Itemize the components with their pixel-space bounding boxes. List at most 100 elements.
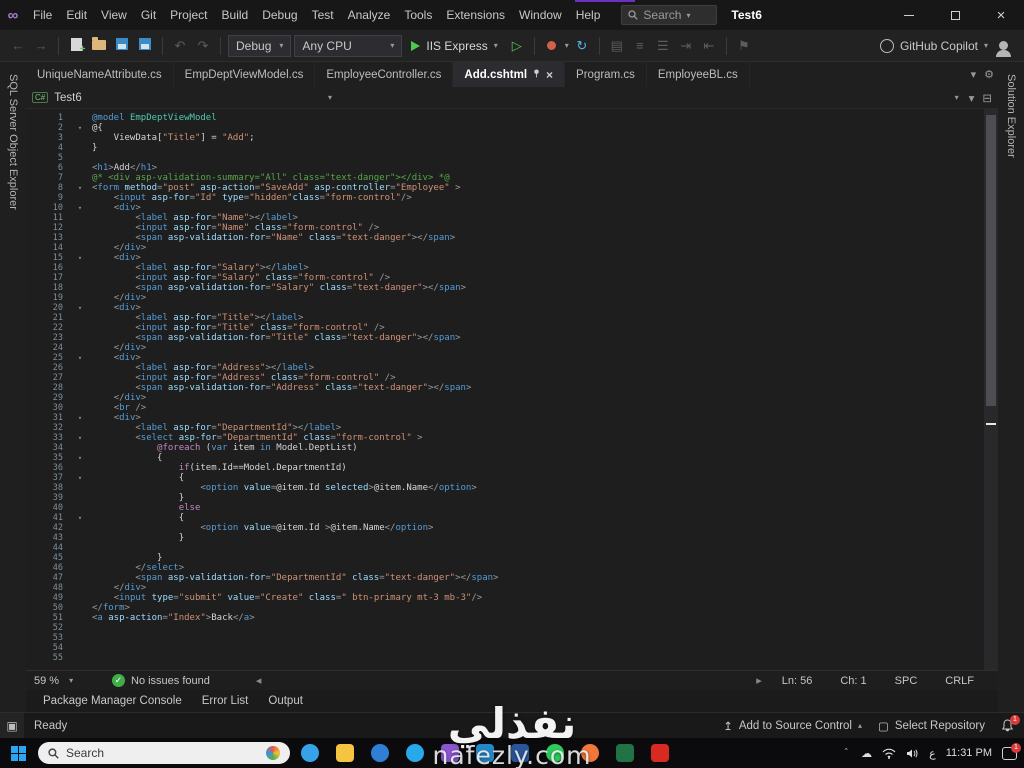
code-line[interactable]: 37 ▾ { (26, 473, 998, 483)
code-line[interactable]: 43 } (26, 533, 998, 543)
background-tasks-icon[interactable]: ▣ (0, 713, 24, 738)
menu-debug[interactable]: Debug (255, 0, 304, 30)
menu-test[interactable]: Test (305, 0, 341, 30)
code-line[interactable]: 47 <span asp-validation-for="DepartmentI… (26, 573, 998, 583)
wifi-icon[interactable] (882, 748, 896, 759)
code-line[interactable]: 51 <a asp-action="Index">Back</a> (26, 613, 998, 623)
panel-tab-package-manager-console[interactable]: Package Manager Console (34, 695, 191, 707)
code-line[interactable]: 22 <input asp-for="Title" class="form-co… (26, 323, 998, 333)
start-without-debugging-button[interactable]: ▷ (507, 38, 527, 54)
close-button[interactable]: × (978, 0, 1024, 30)
menu-view[interactable]: View (94, 0, 134, 30)
hot-reload-button[interactable] (542, 38, 562, 53)
code-line[interactable]: 41 ▾ { (26, 513, 998, 523)
code-line[interactable]: 23 <span asp-validation-for="Title" clas… (26, 333, 998, 343)
menu-tools[interactable]: Tools (397, 0, 439, 30)
menu-analyze[interactable]: Analyze (341, 0, 398, 30)
menu-file[interactable]: File (26, 0, 59, 30)
code-line[interactable]: 39 } (26, 493, 998, 503)
code-line[interactable]: 33 ▾ <select asp-for="DepartmentId" class… (26, 433, 998, 443)
code-line[interactable]: 53 (26, 633, 998, 643)
bookmark-button[interactable]: ⚑ (734, 38, 754, 54)
fold-collapse-icon[interactable]: ▾ (68, 453, 92, 463)
start-debugging-button[interactable]: IIS Express ▾ (405, 39, 503, 53)
tab-options-icon[interactable]: ⚙ (984, 68, 994, 81)
solution-platform-dropdown[interactable]: Any CPU ▾ (294, 34, 403, 57)
close-tab-icon[interactable]: × (546, 68, 553, 82)
fold-collapse-icon[interactable]: ▾ (68, 413, 92, 423)
code-line[interactable]: 24 </div> (26, 343, 998, 353)
code-line[interactable]: 52 (26, 623, 998, 633)
code-line[interactable]: 8 ▾ <form method="post" asp-action="SaveAd… (26, 183, 998, 193)
code-line[interactable]: 44 (26, 543, 998, 553)
code-line[interactable]: 32 <label asp-for="DepartmentId"></label… (26, 423, 998, 433)
firefox-taskbar-icon[interactable] (577, 740, 603, 766)
whatsapp-taskbar-icon[interactable] (542, 740, 568, 766)
line-ending-indicator[interactable]: CRLF (931, 675, 988, 687)
code-line[interactable]: 38 <option value=@item.Id selected>@item… (26, 483, 998, 493)
code-line[interactable]: 30 <br /> (26, 403, 998, 413)
code-line[interactable]: 28 <span asp-validation-for="Address" cl… (26, 383, 998, 393)
code-line[interactable]: 27 <input asp-for="Address" class="form-… (26, 373, 998, 383)
menu-help[interactable]: Help (569, 0, 608, 30)
health-indicator[interactable]: ✓ No issues found (112, 674, 210, 687)
title-search-box[interactable]: Search ▾ (621, 5, 718, 25)
code-line[interactable]: 45 } (26, 553, 998, 563)
code-line[interactable]: 6 <h1>Add</h1> (26, 163, 998, 173)
code-line[interactable]: 4} (26, 143, 998, 153)
split-window-icon[interactable]: ⊟ (982, 91, 992, 105)
code-line[interactable]: 17 <input asp-for="Salary" class="form-c… (26, 273, 998, 283)
fold-collapse-icon[interactable]: ▾ (68, 183, 92, 193)
code-line[interactable]: 18 <span asp-validation-for="Salary" cla… (26, 283, 998, 293)
code-line[interactable]: 3 ViewData["Title"] = "Add"; (26, 133, 998, 143)
code-line[interactable]: 35 ▾ { (26, 453, 998, 463)
scrollbar-thumb[interactable] (986, 114, 996, 407)
code-line[interactable]: 50 </form> (26, 603, 998, 613)
select-repository-button[interactable]: ▢ Select Repository (878, 719, 985, 733)
code-line[interactable]: 55 (26, 653, 998, 663)
type-dropdown[interactable]: ▾ (332, 93, 959, 102)
code-line[interactable]: 10 ▾ <div> (26, 203, 998, 213)
sql-server-object-explorer-tab[interactable]: SQL Server Object Explorer (7, 62, 19, 210)
menu-build[interactable]: Build (215, 0, 256, 30)
refresh-button[interactable]: ↻ (572, 38, 592, 54)
fold-collapse-icon[interactable]: ▾ (68, 303, 92, 313)
code-line[interactable]: 42 <option value=@item.Id >@item.Name</o… (26, 523, 998, 533)
new-file-button[interactable] (66, 37, 86, 55)
edge-taskbar-icon[interactable] (297, 740, 323, 766)
code-line[interactable]: 25 ▾ <div> (26, 353, 998, 363)
taskbar-search-box[interactable]: Search (38, 742, 290, 764)
code-line[interactable]: 29 </div> (26, 393, 998, 403)
github-copilot-button[interactable]: GitHub Copilot ▾ (879, 38, 988, 53)
excel-taskbar-icon[interactable] (612, 740, 638, 766)
code-line[interactable]: 40 else (26, 503, 998, 513)
comment-button[interactable]: ≡ (630, 38, 650, 53)
code-line[interactable]: 20 ▾ <div> (26, 303, 998, 313)
outdent-button[interactable]: ⇤ (699, 38, 719, 54)
redo-button[interactable]: ↷ (193, 38, 213, 54)
code-line[interactable]: 34 @foreach (var item in Model.DeptList) (26, 443, 998, 453)
tab-employeebl-cs[interactable]: EmployeeBL.cs (647, 62, 750, 87)
add-to-source-control-button[interactable]: ↥ Add to Source Control ▴ (723, 719, 862, 733)
find-in-files-button[interactable]: ▤ (607, 38, 627, 54)
taskbar-notifications-button[interactable]: 1 (1002, 742, 1021, 760)
input-language-indicator[interactable]: ع (929, 747, 936, 760)
panel-tab-output[interactable]: Output (259, 695, 312, 707)
fold-collapse-icon[interactable]: ▾ (68, 473, 92, 483)
onedrive-cloud-icon[interactable]: ☁ (861, 747, 872, 760)
save-all-button[interactable] (135, 38, 155, 53)
notifications-button[interactable]: 1 (1001, 715, 1020, 732)
scroll-right-arrow-icon[interactable]: ▸ (756, 674, 762, 687)
taskbar-clock[interactable]: 11:31 PM (946, 747, 992, 759)
vertical-scrollbar[interactable] (984, 109, 998, 670)
solution-configuration-dropdown[interactable]: Debug ▾ (228, 34, 292, 57)
code-line[interactable]: 14 </div> (26, 243, 998, 253)
feedback-button[interactable] (991, 39, 1016, 57)
code-line[interactable]: 11 <label asp-for="Name"></label> (26, 213, 998, 223)
code-line[interactable]: 9 <input asp-for="Id" type="hidden"class… (26, 193, 998, 203)
save-button[interactable] (112, 38, 132, 53)
code-line[interactable]: 7 @* <div asp-validation-summary="All" cl… (26, 173, 998, 183)
horizontal-scrollbar[interactable]: ◂ ▸ (250, 674, 768, 687)
member-dropdown-icon[interactable]: ▾ (969, 91, 975, 105)
code-line[interactable]: 16 <label asp-for="Salary"></label> (26, 263, 998, 273)
